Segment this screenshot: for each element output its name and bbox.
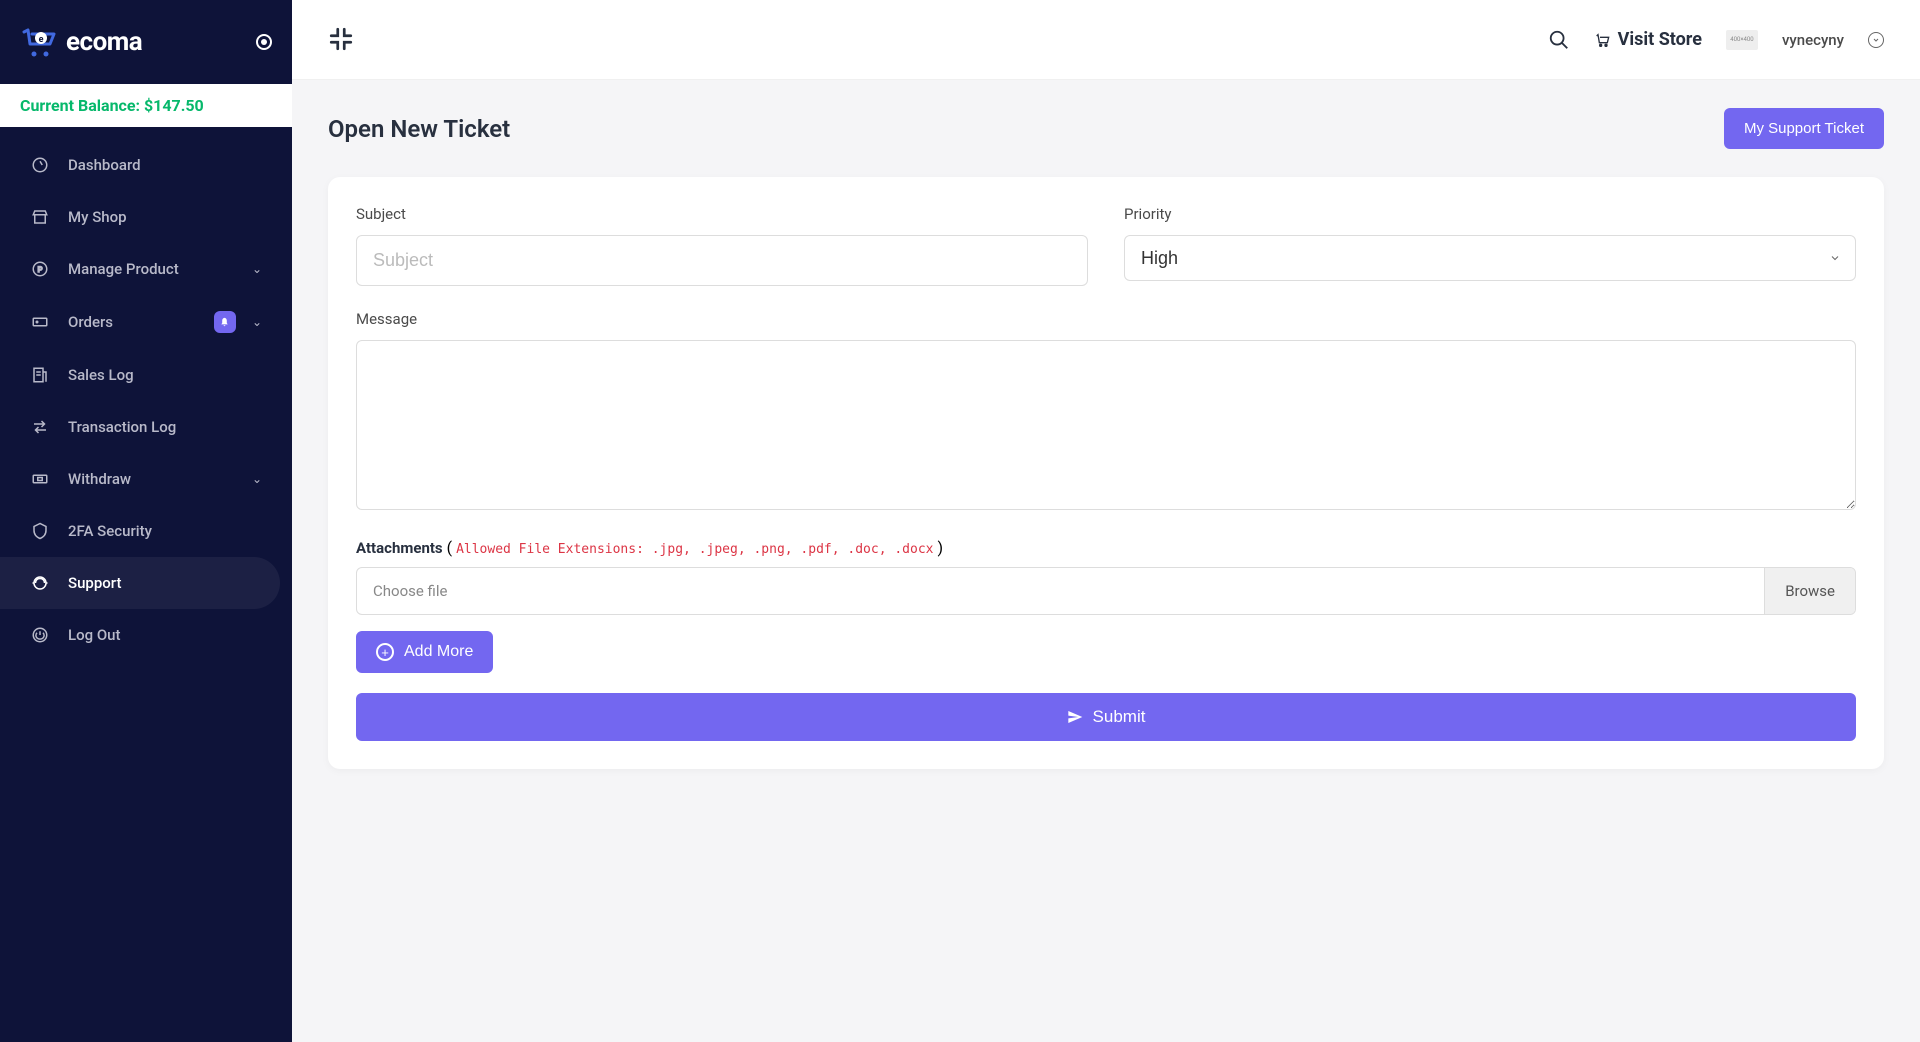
add-more-button[interactable]: + Add More: [356, 631, 493, 673]
logout-icon: [30, 625, 50, 645]
sidebar-item-label: Orders: [68, 313, 214, 331]
sidebar-item-sales-log[interactable]: Sales Log: [0, 349, 292, 401]
subject-label: Subject: [356, 205, 1088, 223]
sidebar-item-2fa-security[interactable]: 2FA Security: [0, 505, 292, 557]
transaction-icon: [30, 417, 50, 437]
sidebar-item-label: My Shop: [68, 208, 262, 226]
browse-button[interactable]: Browse: [1764, 568, 1855, 614]
sidebar-item-label: Transaction Log: [68, 418, 262, 436]
file-input[interactable]: Choose file Browse: [356, 567, 1856, 615]
sidebar-item-label: Dashboard: [68, 156, 262, 174]
orders-icon: [30, 312, 50, 332]
page-title: Open New Ticket: [328, 115, 510, 143]
shield-icon: [30, 521, 50, 541]
notification-badge: [214, 311, 236, 333]
dashboard-icon: [30, 155, 50, 175]
support-icon: [30, 573, 50, 593]
attachments-hint: Allowed File Extensions: .jpg, .jpeg, .p…: [456, 542, 933, 557]
page-header: Open New Ticket My Support Ticket: [328, 108, 1884, 149]
sidebar-item-label: Manage Product: [68, 260, 244, 278]
cart-icon: [1594, 32, 1610, 48]
chevron-down-icon: ⌄: [252, 472, 262, 486]
withdraw-icon: [30, 469, 50, 489]
submit-button[interactable]: Submit: [356, 693, 1856, 741]
sidebar-item-label: Support: [68, 574, 250, 592]
product-icon: P: [30, 259, 50, 279]
svg-text:P: P: [38, 265, 43, 274]
visit-store-label: Visit Store: [1618, 29, 1702, 50]
sidebar-item-orders[interactable]: Orders ⌄: [0, 295, 292, 349]
message-textarea[interactable]: [356, 340, 1856, 510]
sidebar-item-label: Log Out: [68, 626, 262, 644]
collapse-icon[interactable]: [328, 26, 356, 54]
visit-store-link[interactable]: Visit Store: [1594, 29, 1702, 50]
avatar[interactable]: 400×400: [1726, 30, 1758, 50]
subject-input[interactable]: [356, 235, 1088, 286]
topbar: Visit Store 400×400 vynecyny: [292, 0, 1920, 80]
search-icon[interactable]: [1548, 29, 1570, 51]
sidebar: e ecoma Current Balance: $147.50 Dashboa…: [0, 0, 292, 1042]
svg-text:e: e: [39, 35, 44, 45]
my-support-ticket-button[interactable]: My Support Ticket: [1724, 108, 1884, 149]
sidebar-item-manage-product[interactable]: P Manage Product ⌄: [0, 243, 292, 295]
shop-icon: [30, 207, 50, 227]
ticket-form-card: Subject Priority High Message Attachment…: [328, 177, 1884, 769]
cart-logo-icon: e: [20, 24, 58, 60]
sidebar-item-dashboard[interactable]: Dashboard: [0, 139, 292, 191]
sidebar-toggle-icon[interactable]: [256, 34, 272, 50]
submit-label: Submit: [1093, 707, 1146, 727]
logo-area: e ecoma: [0, 0, 292, 84]
file-input-placeholder: Choose file: [357, 568, 1764, 614]
message-label: Message: [356, 310, 1856, 328]
sidebar-item-label: Withdraw: [68, 470, 244, 488]
add-more-label: Add More: [404, 643, 473, 661]
page-content: Open New Ticket My Support Ticket Subjec…: [292, 80, 1920, 797]
sidebar-item-my-shop[interactable]: My Shop: [0, 191, 292, 243]
sidebar-item-transaction-log[interactable]: Transaction Log: [0, 401, 292, 453]
sidebar-item-logout[interactable]: Log Out: [0, 609, 292, 661]
sidebar-item-withdraw[interactable]: Withdraw ⌄: [0, 453, 292, 505]
plus-circle-icon: +: [376, 643, 394, 661]
main-content-area: Visit Store 400×400 vynecyny Open New Ti…: [292, 0, 1920, 1042]
user-dropdown-toggle[interactable]: [1868, 32, 1884, 48]
sidebar-item-label: Sales Log: [68, 366, 262, 384]
send-icon: [1067, 709, 1083, 725]
sales-log-icon: [30, 365, 50, 385]
sidebar-item-support[interactable]: Support: [0, 557, 280, 609]
brand-logo[interactable]: e ecoma: [20, 24, 142, 60]
username: vynecyny: [1782, 31, 1844, 49]
priority-label: Priority: [1124, 205, 1856, 223]
chevron-down-icon: ⌄: [252, 262, 262, 276]
brand-name: ecoma: [66, 27, 142, 57]
sidebar-nav: Dashboard My Shop P Manage Product ⌄ Ord…: [0, 127, 292, 661]
sidebar-item-label: 2FA Security: [68, 522, 262, 540]
chevron-down-icon: ⌄: [252, 315, 262, 329]
balance-bar: Current Balance: $147.50: [0, 84, 292, 127]
attachments-label: Attachments: [356, 539, 443, 557]
priority-select[interactable]: High: [1124, 235, 1856, 281]
